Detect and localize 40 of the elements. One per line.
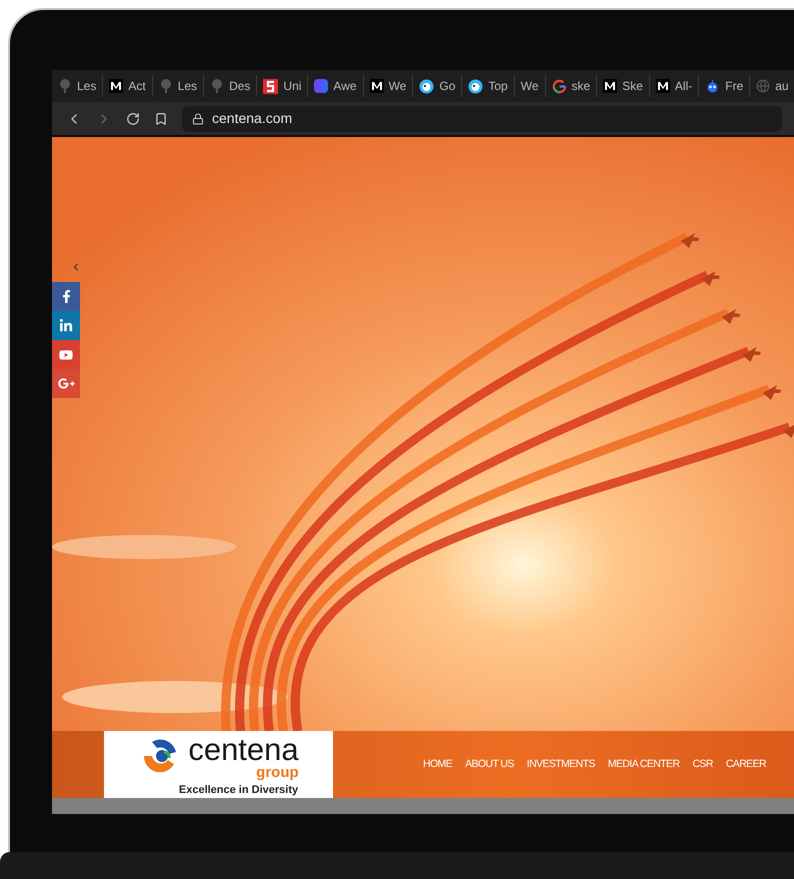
google-icon — [552, 78, 567, 94]
browser-tab[interactable]: ske — [546, 75, 598, 97]
browser-tab[interactable]: au — [750, 75, 794, 97]
youtube-icon — [59, 348, 73, 362]
address-field[interactable]: centena.com — [182, 106, 782, 132]
browser-tab[interactable]: Awe — [308, 75, 364, 97]
browser-tab[interactable]: Go — [413, 75, 462, 97]
bird-icon — [419, 78, 434, 94]
tree-icon — [210, 79, 224, 93]
bookmark-icon[interactable] — [154, 112, 168, 126]
lock-icon — [192, 112, 204, 124]
browser-tab[interactable]: Les — [152, 75, 204, 97]
browser-tab[interactable]: Les — [52, 75, 104, 97]
s-logo-icon — [263, 78, 278, 94]
robot-icon — [705, 78, 720, 94]
browser-tab[interactable]: Ske — [597, 75, 650, 97]
gradient-icon — [314, 79, 328, 93]
browser-tab[interactable]: Des — [204, 75, 258, 97]
browser-tab[interactable]: Fre — [699, 75, 750, 97]
tree-icon — [158, 79, 173, 93]
reload-icon[interactable] — [126, 112, 140, 126]
linkedin-icon — [59, 318, 73, 332]
social-link[interactable] — [52, 311, 80, 340]
social-link[interactable] — [52, 340, 80, 369]
nav-link[interactable]: CAREER — [726, 756, 766, 772]
globe-icon — [756, 79, 770, 93]
browser-tab[interactable]: Top — [462, 75, 515, 97]
browser-tab[interactable]: Uni — [257, 75, 308, 97]
tree-icon — [58, 79, 72, 93]
browser-tab[interactable]: We — [514, 75, 546, 97]
social-link[interactable] — [52, 282, 80, 311]
browser-tab[interactable]: Act — [103, 75, 153, 97]
nav-link[interactable]: CSR — [692, 756, 713, 772]
bird-icon — [468, 78, 484, 94]
browser-tab[interactable]: All- — [650, 75, 700, 97]
browser-tab[interactable]: We — [364, 75, 414, 97]
logo-tagline: Excellence in Diversity — [178, 783, 298, 798]
logo-wordmark: centena — [188, 734, 299, 765]
social-link[interactable] — [52, 369, 80, 398]
logo-subtitle: group — [256, 765, 299, 780]
